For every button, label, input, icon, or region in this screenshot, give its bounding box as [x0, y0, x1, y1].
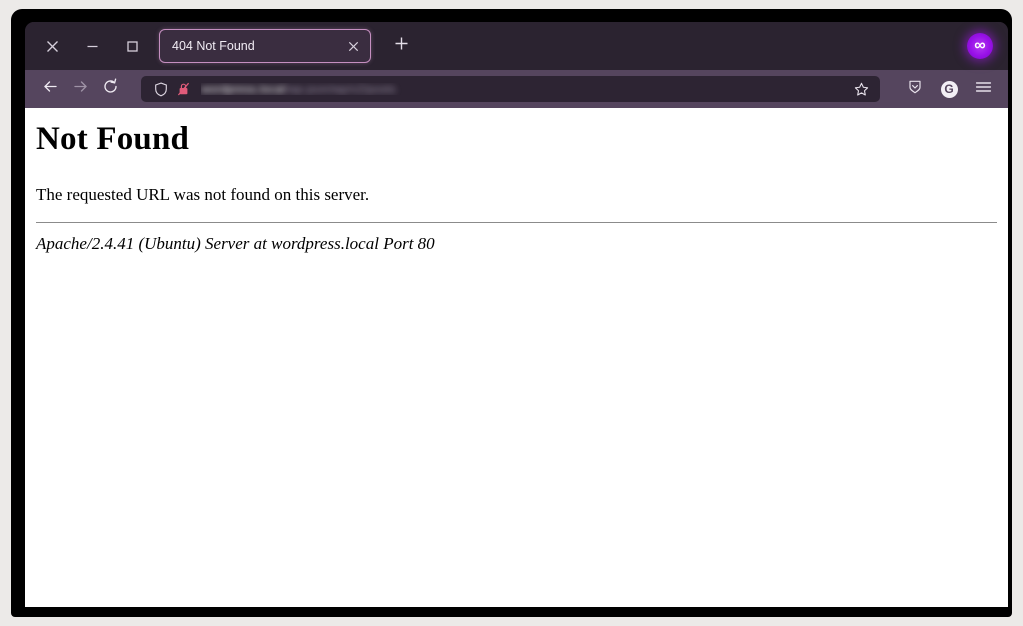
close-window-button[interactable]: [41, 35, 63, 57]
url-text-blurred: wordpress.local/wp-json/wp/v2/posts: [201, 83, 396, 95]
reload-icon: [102, 78, 119, 100]
account-icon: G: [940, 80, 958, 98]
reload-button[interactable]: [95, 75, 125, 103]
maximize-icon: [126, 40, 139, 53]
tab-404-not-found[interactable]: 404 Not Found: [159, 29, 371, 63]
back-button[interactable]: [35, 75, 65, 103]
content-divider: [36, 222, 997, 224]
account-glyph: G: [944, 82, 954, 96]
app-menu-button[interactable]: [968, 75, 998, 103]
shield-icon[interactable]: [151, 79, 171, 99]
page-content: Not Found The requested URL was not foun…: [25, 108, 1008, 607]
infinity-glyph: ∞: [974, 37, 986, 54]
window-frame: 404 Not Found ∞ wordpress.local/wp-json/…: [11, 9, 1012, 617]
infinity-badge-icon[interactable]: ∞: [967, 33, 993, 59]
tab-title: 404 Not Found: [172, 39, 255, 53]
maximize-window-button[interactable]: [121, 35, 143, 57]
server-signature: Apache/2.4.41 (Ubuntu) Server at wordpre…: [36, 234, 435, 254]
tab-strip: 404 Not Found: [153, 22, 415, 70]
url-input[interactable]: wordpress.local/wp-json/wp/v2/posts: [201, 83, 848, 95]
close-icon: [46, 40, 59, 53]
minimize-icon: [86, 40, 99, 53]
new-tab-button[interactable]: [387, 32, 415, 60]
navigation-toolbar: wordpress.local/wp-json/wp/v2/posts G: [25, 70, 1008, 108]
titlebar: 404 Not Found ∞: [25, 22, 1008, 70]
shield-check-icon: [907, 79, 923, 100]
url-path: /wp-json/wp/v2/posts: [284, 83, 396, 95]
minimize-window-button[interactable]: [81, 35, 103, 57]
tab-close-button[interactable]: [344, 37, 362, 55]
arrow-left-icon: [42, 78, 59, 100]
forward-button[interactable]: [65, 75, 95, 103]
url-host: wordpress.local: [201, 83, 285, 95]
account-button[interactable]: G: [934, 75, 964, 103]
insecure-lock-icon[interactable]: [173, 79, 193, 99]
error-message: The requested URL was not found on this …: [36, 184, 370, 204]
hamburger-menu-icon: [975, 80, 992, 99]
browser-window: 404 Not Found ∞ wordpress.local/wp-json/…: [25, 22, 1008, 607]
arrow-right-icon: [72, 78, 89, 100]
tracking-shield-button[interactable]: [900, 75, 930, 103]
toolbar-right-actions: G: [900, 75, 998, 103]
page-title: Not Found: [36, 121, 190, 157]
bookmark-star-icon[interactable]: [848, 77, 874, 101]
plus-icon: [394, 36, 409, 56]
window-controls: [25, 35, 153, 57]
url-bar[interactable]: wordpress.local/wp-json/wp/v2/posts: [141, 76, 880, 102]
